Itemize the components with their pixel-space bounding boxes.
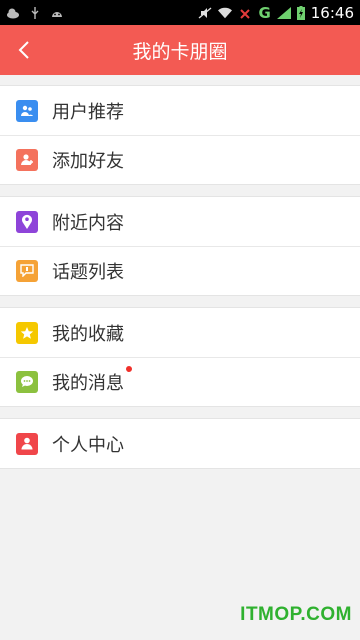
clock: 16:46	[310, 3, 354, 22]
chevron-left-icon	[18, 41, 29, 59]
menu-item-label: 添加好友	[52, 150, 124, 172]
menu-item-messages[interactable]: 我的消息	[0, 357, 360, 406]
add-friend-icon	[16, 148, 38, 171]
menu-group-profile: 个人中心	[0, 418, 360, 469]
menu-item-user-recommend[interactable]: 用户推荐	[0, 86, 360, 135]
network-type: G	[258, 3, 271, 22]
star-icon	[16, 321, 38, 344]
mute-icon	[199, 6, 212, 19]
signal-icon	[276, 6, 291, 19]
menu-item-label: 附近内容	[52, 212, 124, 234]
person-icon	[16, 432, 38, 455]
app-header: 我的卡朋圈	[0, 25, 360, 75]
menu-group-discover: 附近内容 话题列表	[0, 196, 360, 296]
battery-icon	[296, 5, 305, 20]
topic-icon	[16, 259, 38, 282]
menu-group-social: 用户推荐 添加好友	[0, 85, 360, 185]
usb-icon	[31, 6, 39, 19]
menu-item-profile[interactable]: 个人中心	[0, 419, 360, 468]
wifi-icon	[218, 7, 233, 18]
menu-item-topics[interactable]: 话题列表	[0, 246, 360, 295]
unread-badge	[126, 365, 132, 372]
watermark: ITMOP.COM	[240, 604, 352, 625]
menu-item-label: 我的消息	[52, 365, 132, 395]
menu-item-label: 用户推荐	[52, 101, 124, 123]
no-signal-icon	[240, 8, 251, 19]
page-title: 我的卡朋圈	[132, 40, 228, 63]
users-icon	[16, 99, 38, 122]
location-pin-icon	[16, 210, 38, 233]
menu-item-label: 我的收藏	[52, 323, 124, 345]
notification-cloud-icon	[7, 8, 19, 18]
menu-item-label: 个人中心	[52, 434, 124, 456]
menu-item-nearby[interactable]: 附近内容	[0, 197, 360, 246]
menu-group-personal: 我的收藏 我的消息	[0, 307, 360, 407]
menu-item-add-friend[interactable]: 添加好友	[0, 135, 360, 184]
menu-item-favorites[interactable]: 我的收藏	[0, 308, 360, 357]
android-icon	[52, 11, 62, 17]
menu-item-label: 话题列表	[52, 261, 124, 283]
back-button[interactable]	[0, 25, 48, 75]
status-bar: G 16:46	[0, 0, 360, 25]
chat-bubble-icon	[16, 370, 38, 393]
